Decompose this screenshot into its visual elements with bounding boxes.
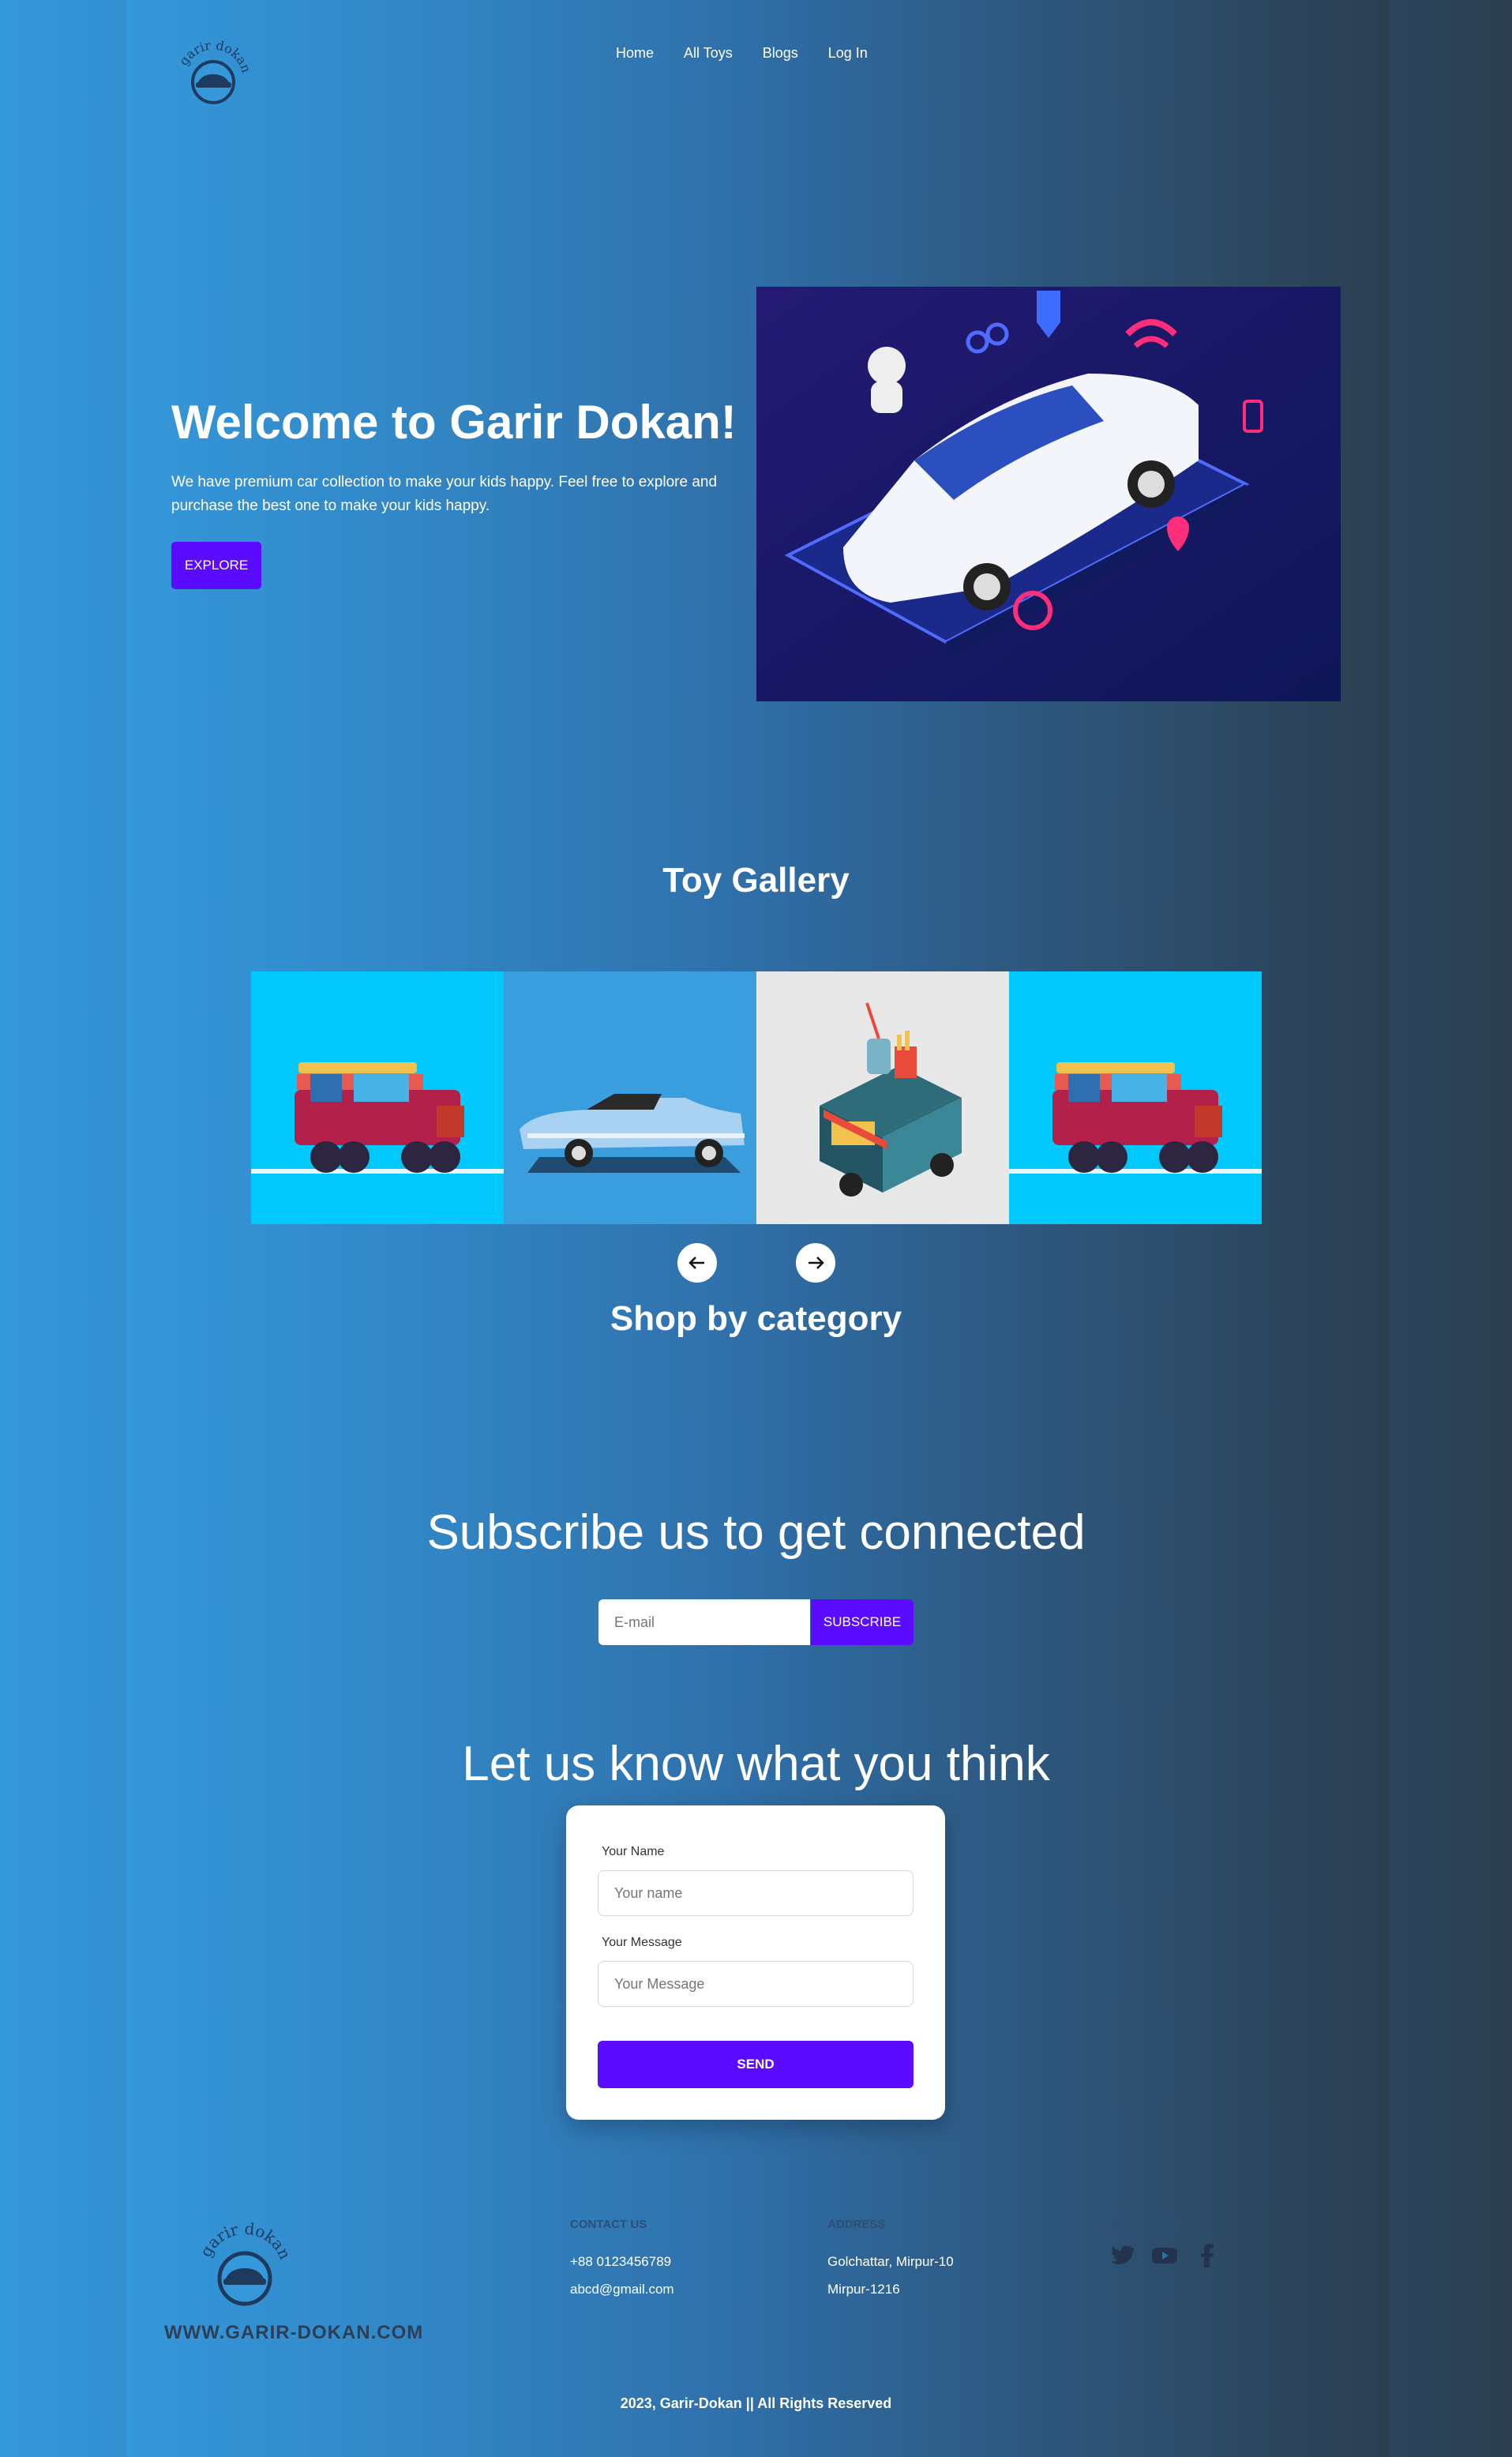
explore-button[interactable]: EXPLORE [171, 542, 261, 589]
arrow-left-icon [688, 1257, 704, 1269]
arrow-right-icon [809, 1257, 824, 1269]
twitter-icon[interactable] [1109, 2243, 1135, 2268]
feedback-title: Let us know what you think [462, 1737, 1050, 1791]
contact-phone: +88 0123456789 [570, 2254, 672, 2269]
copyright: 2023, Garir-Dokan || All Rights Reserved [620, 2395, 892, 2411]
gallery-prev-button[interactable] [677, 1243, 717, 1283]
hero-text: We have premium car collection to make y… [171, 474, 718, 514]
hero-title: Welcome to Garir Dokan! [171, 396, 737, 449]
gallery-title: Toy Gallery [662, 861, 850, 900]
address-line-1: Golchattar, Mirpur-10 [827, 2254, 954, 2269]
nav-home[interactable]: Home [616, 45, 654, 62]
main-nav: Home All Toys Blogs Log In [616, 45, 868, 62]
nav-all-toys[interactable]: All Toys [684, 45, 733, 62]
subscribe-title: Subscribe us to get connected [426, 1505, 1086, 1560]
logo[interactable]: garir dokan [170, 32, 257, 111]
gallery-tile-red-jeep-2[interactable] [1009, 971, 1262, 1224]
category-title: Shop by category [610, 1299, 902, 1338]
gallery-next-button[interactable] [796, 1243, 835, 1283]
youtube-icon[interactable] [1152, 2243, 1177, 2268]
nav-login[interactable]: Log In [828, 45, 868, 62]
facebook-icon[interactable] [1195, 2243, 1220, 2268]
email-input[interactable] [598, 1599, 810, 1645]
nav-blogs[interactable]: Blogs [763, 45, 798, 62]
hero-image [756, 287, 1341, 701]
address-line-2: Mirpur-1216 [827, 2282, 900, 2297]
message-label: Your Message [602, 1936, 682, 1949]
name-field[interactable] [598, 1870, 914, 1916]
subscribe-button[interactable]: SUBSCRIBE [811, 1599, 914, 1645]
footer-logo: garir dokan [193, 2215, 296, 2314]
footer-url: WWW.GARIR-DOKAN.COM [164, 2322, 424, 2343]
message-field[interactable] [598, 1961, 914, 2007]
toy-gallery [251, 971, 1262, 1224]
name-label: Your Name [602, 1845, 665, 1858]
join-heading: JOIN US ON [1109, 2218, 1178, 2231]
gallery-tile-red-jeep[interactable] [251, 971, 504, 1224]
contact-heading: CONTACT US [570, 2218, 647, 2231]
feedback-form: Your Name Your Message SEND [566, 1805, 945, 2120]
contact-email: abcd@gmail.com [570, 2282, 674, 2297]
gallery-tile-blue-convertible[interactable] [504, 971, 756, 1224]
gallery-tile-food-truck[interactable] [756, 971, 1009, 1224]
social-links [1109, 2243, 1220, 2268]
send-button[interactable]: SEND [598, 2041, 914, 2088]
address-heading: ADDRESS [827, 2218, 886, 2231]
